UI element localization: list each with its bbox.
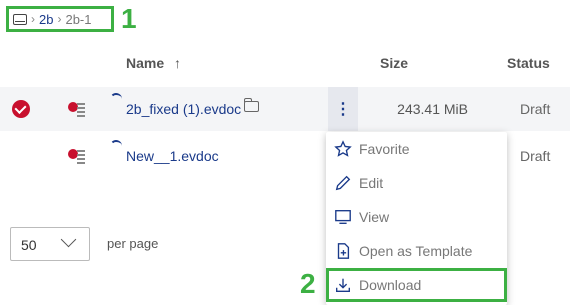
loading-spinner-icon (110, 93, 122, 105)
file-size: 243.41 MiB (397, 101, 468, 117)
per-page-label: per page (107, 236, 159, 251)
drive-icon[interactable] (13, 13, 27, 25)
chevron-right-icon: › (57, 12, 62, 26)
breadcrumb: › 2b › 2b-1 (6, 6, 114, 32)
chevron-down-icon (60, 231, 77, 248)
chevron-right-icon: › (31, 12, 35, 26)
file-name-link[interactable]: New__1.evdoc (126, 148, 219, 164)
new-document-icon (337, 243, 350, 259)
table-row[interactable]: 2b_fixed (1).evdoc ⋮ 243.41 MiB Draft (0, 87, 570, 131)
file-name-link[interactable]: 2b_fixed (1).evdoc (126, 101, 241, 117)
callout-number-2: 2 (300, 268, 316, 299)
pencil-icon (335, 175, 351, 191)
evdoc-file-icon (68, 99, 85, 117)
sort-ascending-icon: ↑ (174, 55, 182, 71)
menu-item-favorite[interactable]: Favorite (326, 132, 507, 166)
status-text: Draft (520, 148, 551, 164)
star-icon (334, 140, 352, 157)
monitor-icon (335, 210, 351, 224)
breadcrumb-item-2b[interactable]: 2b (39, 12, 53, 27)
column-header-status[interactable]: Status (507, 55, 550, 77)
folder-icon[interactable] (244, 98, 259, 112)
per-page-select[interactable]: 50 (10, 227, 90, 261)
callout-number-1: 1 (121, 3, 137, 34)
download-icon (336, 278, 350, 292)
breadcrumb-item-2b-1: 2b-1 (65, 11, 92, 27)
status-text: Draft (520, 101, 551, 117)
loading-spinner-icon (110, 140, 122, 152)
menu-item-view[interactable]: View (326, 200, 507, 234)
evdoc-file-icon (68, 146, 85, 164)
more-actions-button[interactable]: ⋮ (328, 87, 358, 131)
column-header-size[interactable]: Size (380, 55, 408, 77)
selected-checkbox[interactable] (12, 100, 30, 118)
per-page-value: 50 (21, 237, 37, 253)
menu-item-edit[interactable]: Edit (326, 166, 507, 200)
menu-item-open-as-template[interactable]: Open as Template (326, 234, 507, 268)
column-header-name[interactable]: Name ↑ (126, 55, 181, 77)
file-actions-menu: Favorite Edit View Open as Template Down… (326, 132, 507, 305)
menu-item-download[interactable]: Download (326, 268, 507, 302)
